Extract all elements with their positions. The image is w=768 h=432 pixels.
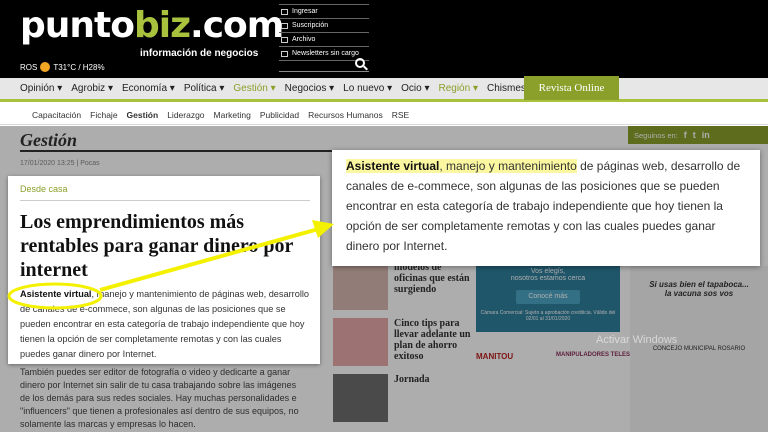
main-nav: Opinión ▾ Agrobiz ▾ Economía ▾ Política … <box>0 78 768 102</box>
sun-icon <box>40 62 51 72</box>
article-title: Los emprendimientos más rentables para g… <box>20 211 293 281</box>
user-icon <box>281 8 288 15</box>
search-box[interactable] <box>279 58 369 72</box>
tagline: información de negocios <box>140 48 259 59</box>
site-header: puntobiz.com información de negocios ROS… <box>0 0 768 78</box>
nav-lo-nuevo[interactable]: Lo nuevo ▾ <box>343 83 392 94</box>
subscription-label: Suscripción <box>292 22 329 29</box>
nav-region[interactable]: Región ▾ <box>438 83 478 94</box>
article-card: Desde casa Los emprendimientos más renta… <box>8 176 320 364</box>
revista-online-button[interactable]: Revista Online <box>524 76 619 100</box>
nav-agrobiz[interactable]: Agrobiz ▾ <box>71 83 113 94</box>
subnav-capacitacion[interactable]: Capacitación <box>32 110 81 120</box>
nav-negocios[interactable]: Negocios ▾ <box>285 83 335 94</box>
nav-opinion[interactable]: Opinión ▾ <box>20 83 62 94</box>
logo-part-1: punto <box>20 5 135 46</box>
zoom-highlight-rest: , manejo y mantenimiento <box>439 159 577 173</box>
windows-watermark: Activar Windows <box>596 334 678 346</box>
subnav-fichaje[interactable]: Fichaje <box>90 110 117 120</box>
article-lead: Asistente virtual, manejo y mantenimient… <box>20 287 312 362</box>
folder-icon <box>281 36 288 43</box>
subnav-gestion[interactable]: Gestión <box>127 110 159 120</box>
sub-nav: Capacitación Fichaje Gestión Liderazgo M… <box>0 105 768 125</box>
nav-economia[interactable]: Economía ▾ <box>122 83 175 94</box>
card-divider <box>20 200 310 201</box>
subnav-rse[interactable]: RSE <box>392 110 409 120</box>
card-icon <box>281 22 288 29</box>
zoom-highlight-bold: Asistente virtual <box>346 159 440 173</box>
weather-temp: T31°C / H28% <box>53 62 105 72</box>
archive-label: Archivo <box>292 36 316 43</box>
zoom-text: Asistente virtual, manejo y mantenimient… <box>346 156 751 256</box>
lead-rest: , manejo y mantenimiento de páginas web,… <box>20 289 310 359</box>
nav-ocio[interactable]: Ocio ▾ <box>401 83 429 94</box>
lead-highlight: Asistente virtual <box>20 289 92 299</box>
archive-link[interactable]: Archivo <box>279 33 369 47</box>
login-link[interactable]: Ingresar <box>279 5 369 19</box>
weather-city: ROS <box>20 62 38 72</box>
subscription-link[interactable]: Suscripción <box>279 19 369 33</box>
weather-widget: ROS T31°C / H28% <box>20 62 105 72</box>
logo-part-2: biz <box>133 5 191 46</box>
logo-part-3: .com <box>190 5 284 46</box>
utility-links: Ingresar Suscripción Archivo Newsletters… <box>279 4 369 61</box>
site-logo[interactable]: puntobiz.com <box>20 4 284 48</box>
subnav-liderazgo[interactable]: Liderazgo <box>167 110 204 120</box>
nav-politica[interactable]: Política ▾ <box>184 83 225 94</box>
subnav-marketing[interactable]: Marketing <box>214 110 251 120</box>
zoom-callout: Asistente virtual, manejo y mantenimient… <box>332 150 760 266</box>
search-icon[interactable] <box>355 58 365 68</box>
envelope-icon <box>281 50 288 57</box>
zoom-rest: de páginas web, desarrollo de canales de… <box>346 159 741 253</box>
subnav-publicidad[interactable]: Publicidad <box>260 110 299 120</box>
article-category[interactable]: Desde casa <box>20 184 68 194</box>
nav-gestion[interactable]: Gestión ▾ <box>233 83 275 94</box>
newsletter-label: Newsletters sin cargo <box>292 50 359 57</box>
subnav-recursos-humanos[interactable]: Recursos Humanos <box>308 110 383 120</box>
login-label: Ingresar <box>292 8 318 15</box>
